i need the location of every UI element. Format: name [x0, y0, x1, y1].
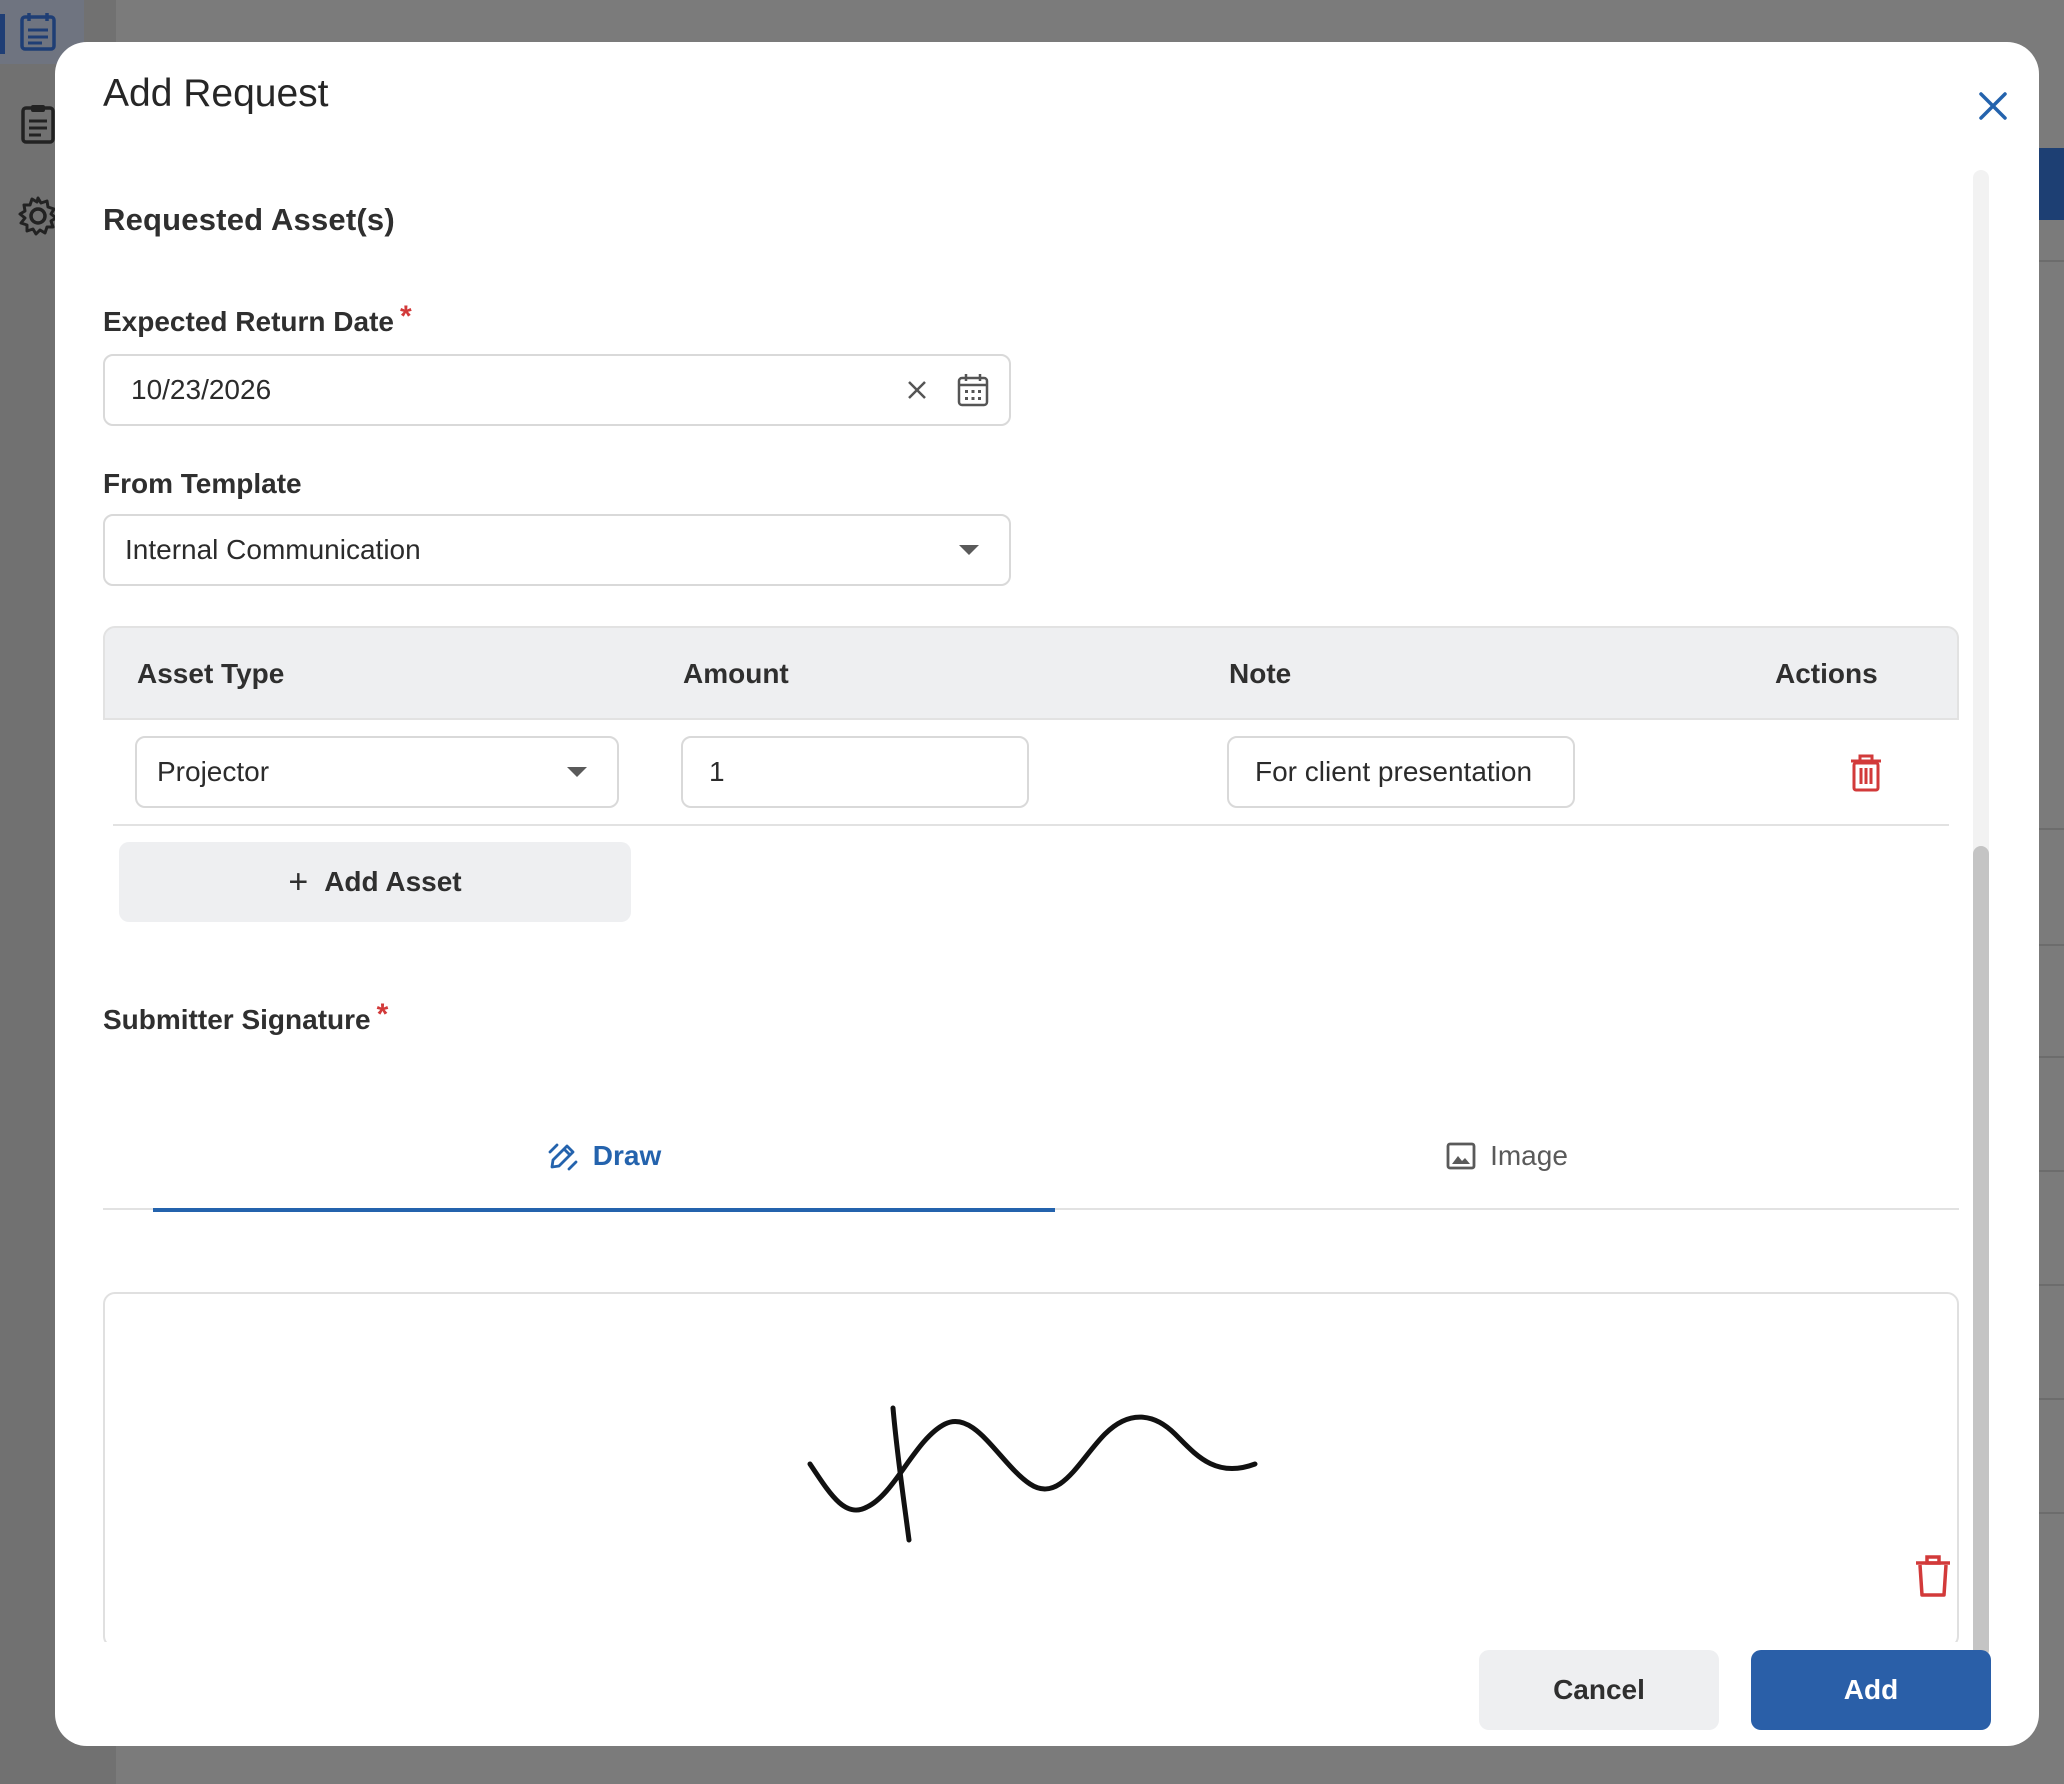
calendar-button[interactable]	[951, 368, 995, 412]
return-date-value: 10/23/2026	[131, 374, 272, 405]
asset-type-select[interactable]: Projector	[135, 736, 619, 808]
required-marker: *	[399, 300, 412, 333]
table-row: Projector 1 For client presentation	[113, 720, 1949, 826]
chevron-down-icon	[567, 767, 587, 777]
calendar-list-icon	[20, 13, 56, 51]
delete-row-button[interactable]	[1849, 754, 1883, 797]
image-icon	[1446, 1142, 1476, 1170]
trash-icon	[1851, 754, 1881, 792]
assets-table: Asset Type Amount Note Actions Projector…	[103, 626, 1959, 826]
section-title: Requested Asset(s)	[103, 202, 395, 237]
note-value: For client presentation	[1255, 756, 1533, 787]
plus-icon: +	[288, 863, 309, 901]
calendar-icon	[957, 374, 989, 407]
table-header: Asset Type Amount Note Actions	[103, 626, 1959, 720]
column-header-actions: Actions	[1775, 658, 1878, 689]
column-header-amount: Amount	[683, 658, 789, 689]
close-icon	[1979, 92, 2007, 120]
add-asset-button[interactable]: + Add Asset	[119, 842, 631, 922]
signature-label-text: Submitter Signature	[103, 1004, 371, 1035]
scrollbar-thumb[interactable]	[1973, 846, 1989, 1658]
clear-icon	[908, 381, 926, 399]
tab-draw[interactable]: Draw	[153, 1102, 1055, 1212]
template-value: Internal Communication	[125, 534, 421, 565]
signature-tabs: Draw Image	[103, 1102, 1959, 1212]
column-header-note: Note	[1229, 658, 1292, 689]
tab-draw-label: Draw	[592, 1140, 662, 1171]
tab-image-label: Image	[1490, 1140, 1568, 1171]
signature-canvas[interactable]	[103, 1292, 1959, 1642]
return-date-label-text: Expected Return Date	[103, 306, 394, 337]
close-button[interactable]	[1963, 76, 2023, 136]
amount-value: 1	[709, 756, 725, 787]
template-select[interactable]: Internal Communication	[103, 514, 1011, 586]
required-marker: *	[376, 998, 389, 1031]
return-date-field[interactable]: 10/23/2026	[103, 354, 1011, 426]
cancel-button[interactable]: Cancel	[1479, 1650, 1719, 1730]
return-date-label: Expected Return Date *	[103, 300, 412, 340]
tab-image[interactable]: Image	[1055, 1102, 1959, 1210]
asset-type-value: Projector	[157, 756, 270, 787]
dialog-title: Add Request	[103, 72, 329, 115]
add-button[interactable]: Add	[1751, 1650, 1991, 1730]
gear-icon	[18, 196, 58, 236]
trash-icon	[1916, 1555, 1950, 1597]
note-input[interactable]: For client presentation	[1227, 736, 1575, 808]
clipboard-icon	[21, 105, 55, 144]
chevron-down-icon	[959, 545, 979, 555]
signature-stroke	[807, 1405, 1258, 1543]
column-header-asset-type: Asset Type	[137, 658, 285, 689]
dialog-content: Requested Asset(s) Expected Return Date *…	[103, 162, 2015, 1642]
draw-pencil-icon	[548, 1143, 578, 1171]
add-asset-label: Add Asset	[324, 866, 462, 897]
amount-input[interactable]: 1	[681, 736, 1029, 808]
active-tab-indicator	[153, 1208, 1055, 1212]
background-nav-indicator	[0, 14, 5, 54]
clear-signature-button[interactable]	[1913, 1554, 1953, 1603]
template-label: From Template	[103, 468, 302, 499]
clear-date-button[interactable]	[895, 368, 939, 412]
add-request-dialog: Add Request Requested Asset(s) Expected …	[55, 42, 2039, 1746]
signature-label: Submitter Signature *	[103, 998, 388, 1038]
